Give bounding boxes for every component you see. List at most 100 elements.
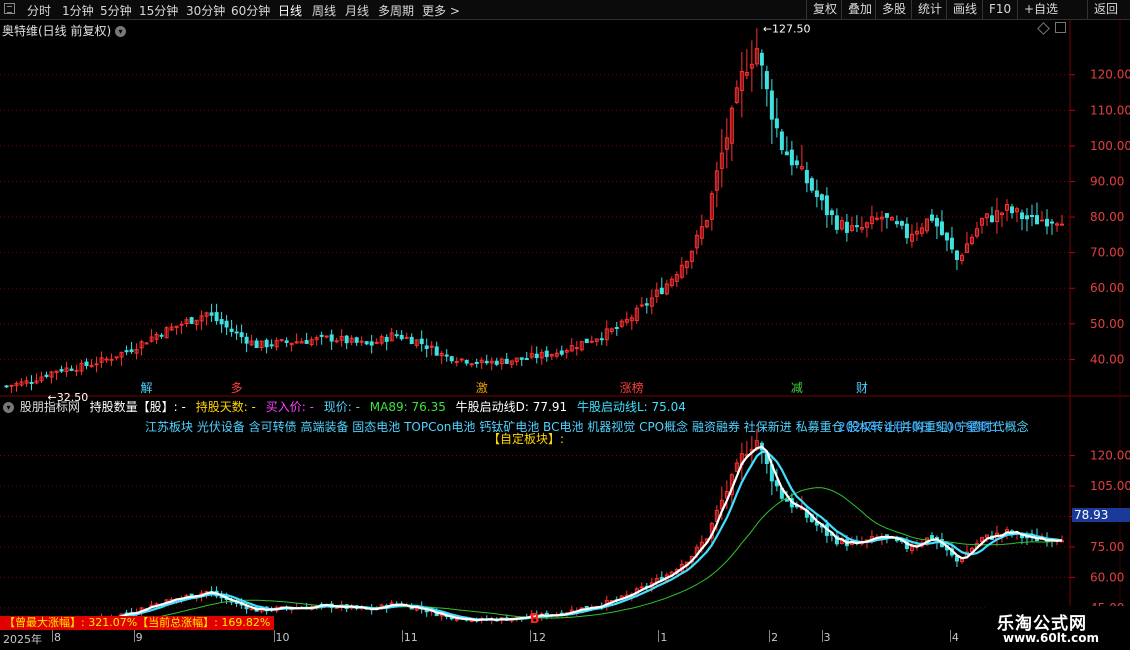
candle-body — [434, 346, 439, 356]
candle-body — [639, 304, 644, 307]
candle-body — [949, 237, 954, 250]
price-tick-label: 120.00 — [1090, 68, 1130, 82]
candle-body — [239, 332, 244, 338]
candle-body — [829, 210, 834, 216]
candle-body — [409, 336, 414, 345]
month-tick — [530, 630, 532, 642]
candle-body — [384, 336, 389, 342]
period-tab-4[interactable]: 30分钟 — [186, 2, 225, 19]
candle-body — [359, 340, 364, 343]
candle-body — [1034, 215, 1039, 225]
candle-body — [69, 368, 74, 371]
toolbar-button-4[interactable]: 画线 — [946, 0, 983, 19]
buy-signal: B — [530, 612, 540, 627]
candle-body — [484, 360, 489, 364]
candle-body — [504, 358, 509, 364]
period-tab-0[interactable]: 分时 — [27, 2, 51, 19]
candle-body — [759, 52, 764, 66]
candle-body — [104, 358, 109, 361]
month-tick — [769, 630, 771, 642]
candle-body — [899, 221, 904, 226]
candle-body — [219, 319, 224, 325]
period-tab-6[interactable]: 日线 — [278, 2, 302, 19]
candle-body — [74, 369, 79, 372]
candle-body — [954, 250, 959, 261]
indicator-dropdown-icon[interactable]: ▾ — [3, 402, 14, 413]
watermark: 乐淘公式网 www.60lt.com — [985, 606, 1130, 650]
candle-body — [834, 215, 839, 230]
current-price-tag: 78.93 — [1072, 508, 1130, 522]
candle-body — [1024, 215, 1029, 220]
price-tick-label: 70.00 — [1090, 246, 1124, 260]
month-label: 2 — [771, 631, 779, 644]
candle-body — [904, 223, 909, 239]
hold-qty-label: 持股数量【股】: - — [89, 400, 186, 414]
candle-body — [939, 221, 944, 235]
candle-body — [524, 357, 529, 360]
signal-label: 多 — [231, 381, 243, 395]
candle-body — [559, 350, 564, 355]
period-tab-1[interactable]: 1分钟 — [62, 2, 94, 19]
period-tab-9[interactable]: 多周期 — [378, 2, 414, 19]
period-tab-3[interactable]: 15分钟 — [139, 2, 178, 19]
signal-label: 涨榜 — [620, 380, 644, 395]
candle-body — [159, 334, 164, 337]
month-tick — [273, 630, 275, 642]
candle-body — [454, 360, 459, 363]
candle-body — [419, 338, 424, 345]
candle-body — [324, 335, 329, 338]
candle-body — [544, 350, 549, 358]
candle-body — [659, 287, 664, 294]
custom-sector-label: 【自定板块】: — [488, 432, 565, 446]
candle-body — [284, 340, 289, 343]
candle-body — [114, 356, 119, 359]
signal-label: 解 — [141, 381, 153, 395]
period-tab-8[interactable]: 月线 — [345, 2, 369, 19]
toolbar-button-6[interactable]: +自选 — [1017, 0, 1064, 19]
candle-body — [494, 360, 499, 365]
price-tick-label: 80.00 — [1090, 210, 1124, 224]
candle-body — [369, 341, 374, 346]
candle-body — [224, 320, 229, 328]
indicator-title: 股朋指标网 — [19, 400, 80, 414]
period-tab-2[interactable]: 5分钟 — [100, 2, 132, 19]
candle-body — [269, 344, 274, 347]
candle-body — [244, 336, 249, 344]
period-tab-5[interactable]: 60分钟 — [231, 2, 270, 19]
period-toolbar: 分时 1分钟 5分钟 15分钟 30分钟 60分钟 日线 周线 月线 多周期 更多 > 复权 叠加 多股… — [0, 0, 1130, 20]
price-tick-label: 50.00 — [1090, 317, 1124, 331]
ind-tick-label: 75.00 — [1090, 540, 1124, 554]
ind-tick-label: 60.00 — [1090, 570, 1124, 584]
toolbar-button-5[interactable]: F10 — [982, 0, 1017, 19]
candle-body — [874, 217, 879, 220]
candle-body — [1049, 221, 1054, 224]
candle-body — [519, 357, 524, 360]
price-tick-label: 90.00 — [1090, 174, 1124, 188]
toolbar-button-2[interactable]: 多股 — [875, 0, 912, 19]
candle-body — [1009, 206, 1014, 214]
price-tick-label: 100.00 — [1090, 139, 1130, 153]
period-tab-10[interactable]: 更多 > — [422, 2, 460, 19]
menu-icon[interactable] — [4, 3, 15, 14]
toolbar-button-1[interactable]: 叠加 — [841, 0, 878, 19]
candle-body — [574, 347, 579, 350]
candle-body — [824, 195, 829, 216]
toolbar-button-3[interactable]: 统计 — [911, 0, 948, 19]
candle-body — [1044, 218, 1049, 227]
period-tab-7[interactable]: 周线 — [312, 2, 336, 19]
candle-body — [279, 339, 284, 342]
candle-body — [209, 312, 214, 316]
kline-chart[interactable]: 120.00 110.00 100.00 90.00 80.00 70.00 60.00 50… — [0, 20, 1130, 630]
toolbar-button-7[interactable]: 返回 — [1087, 0, 1124, 19]
indicator-header: ▾ 股朋指标网 持股数量【股】: - 持股天数: - 买入价: - 现价: - … — [0, 398, 692, 414]
candle-body — [374, 341, 379, 344]
watermark-url: www.60lt.com — [1003, 631, 1100, 645]
toolbar-button-0[interactable]: 复权 — [806, 0, 843, 19]
signal-label: 减 — [791, 381, 803, 395]
candle-body — [989, 215, 994, 223]
ind-tick-label: 105.00 — [1090, 479, 1130, 493]
price-tick-label: 40.00 — [1090, 352, 1124, 366]
candle-body — [109, 358, 114, 361]
candle-body — [894, 221, 899, 225]
bull-l-label: 牛股启动线L: 75.04 — [576, 400, 686, 414]
